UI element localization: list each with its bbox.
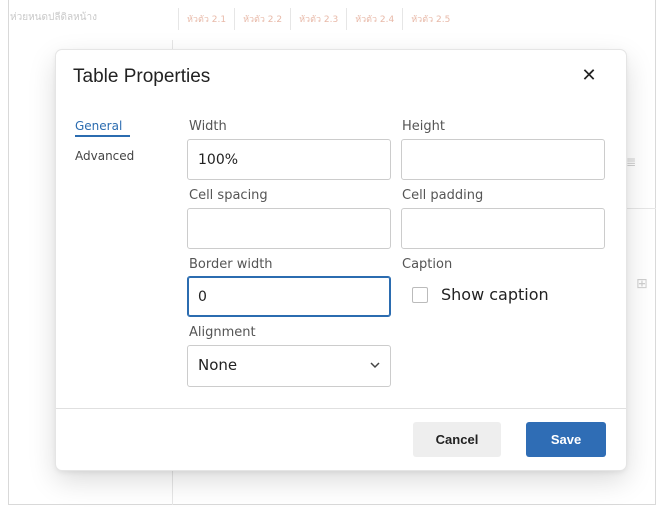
width-label: Width [189, 119, 227, 134]
table-header-cell: หัวตัว 2.5 [402, 8, 458, 30]
tab-advanced-label: Advanced [75, 149, 135, 163]
cell-padding-label: Cell padding [402, 188, 484, 203]
tab-advanced[interactable]: Advanced [75, 149, 134, 163]
active-tab-underline [75, 135, 130, 137]
editor-table-header: ห่วยหนดปลีดิลหน้าง หัวตัว 2.1 หัวตัว 2.2… [8, 0, 656, 40]
width-input[interactable] [187, 139, 391, 180]
table-header-cell: หัวตัว 2.2 [234, 8, 290, 30]
align-icon: ≣ [626, 155, 637, 169]
table-properties-dialog: Table Properties ✕ General Advanced Widt… [56, 50, 626, 470]
tab-general-label: General [75, 119, 123, 133]
show-caption-checkbox-row[interactable]: Show caption [412, 285, 549, 304]
dialog-nav: General Advanced [75, 119, 134, 175]
save-button[interactable]: Save [526, 422, 606, 457]
cell-spacing-input[interactable] [187, 208, 391, 249]
table-header-cell: ห่วยหนดปลีดิลหน้าง [10, 12, 98, 23]
close-icon[interactable]: ✕ [579, 66, 599, 86]
dialog-footer-divider [56, 408, 626, 409]
dialog-title: Table Properties [73, 66, 211, 87]
cell-spacing-label: Cell spacing [189, 188, 268, 203]
alignment-select[interactable]: None [187, 345, 391, 387]
cancel-button[interactable]: Cancel [413, 422, 501, 457]
table-header-cell: หัวตัว 2.3 [290, 8, 346, 30]
table-icon: ⊞ [636, 276, 648, 292]
cell-padding-input[interactable] [401, 208, 605, 249]
alignment-label: Alignment [189, 325, 256, 340]
alignment-selected-value: None [198, 356, 238, 374]
table-header-cell: หัวตัว 2.1 [178, 8, 234, 30]
table-header-cell: หัวตัว 2.4 [346, 8, 402, 30]
border-width-input[interactable] [187, 276, 391, 317]
height-label: Height [402, 119, 445, 134]
tab-general[interactable]: General [75, 119, 134, 137]
border-width-label: Border width [189, 257, 273, 272]
show-caption-label: Show caption [441, 285, 549, 304]
height-input[interactable] [401, 139, 605, 180]
show-caption-checkbox[interactable] [412, 286, 428, 303]
chevron-down-icon [370, 358, 380, 372]
caption-label: Caption [402, 257, 453, 272]
